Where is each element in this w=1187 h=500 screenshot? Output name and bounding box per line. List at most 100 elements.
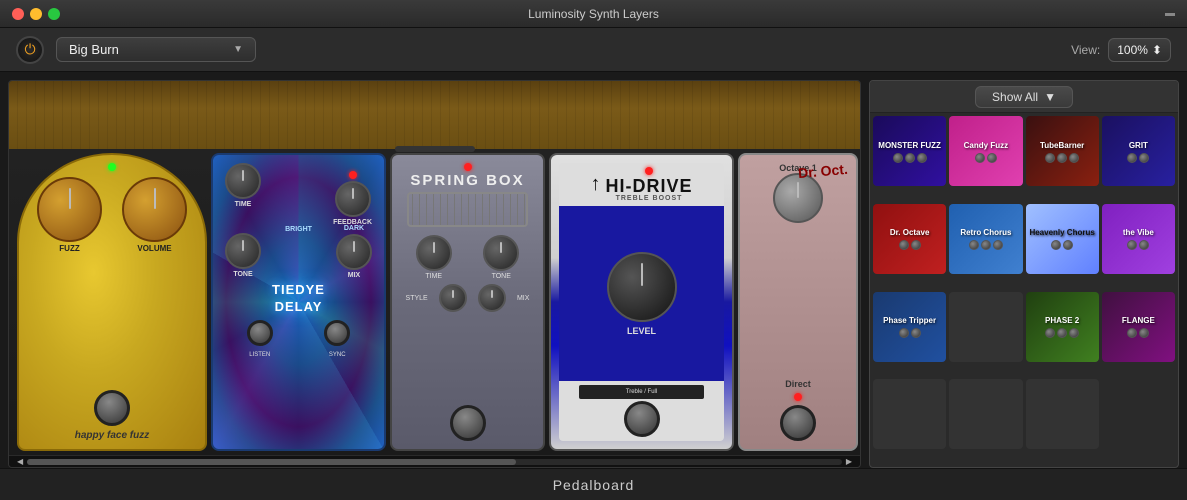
tiedye-delay-label: DELAY [272,299,325,314]
level-knob[interactable] [607,252,677,322]
thumb-knob2 [905,153,915,163]
browser-item-empty4[interactable] [949,379,1022,449]
wood-connector [395,146,475,152]
fuzz-knob[interactable] [37,177,102,242]
browser-item-empty5[interactable] [1026,379,1099,449]
flange-knobs [1127,328,1149,338]
time-knob[interactable] [225,163,261,199]
droct-stomp[interactable] [780,405,816,441]
volume-knob[interactable] [122,177,187,242]
springbox-stomp[interactable] [450,405,486,441]
scrollbar-track[interactable] [27,459,842,465]
browser-item-phase-trip[interactable]: Phase Tripper [873,292,946,362]
fuzz-pedal[interactable]: FUZZ VOLUME happy face fuzz [17,153,207,451]
maximize-button[interactable] [48,8,60,20]
mix-label-sb: MIX [517,295,529,302]
browser-item-grit[interactable]: GRIT [1102,116,1175,186]
tone-knob[interactable] [225,233,261,269]
browser-item-monster[interactable]: MONSTER FUZZ [873,116,946,186]
browser-item-heavenly[interactable]: Heavenly Chorus [1026,204,1099,274]
monster-knobs [893,153,927,163]
thumb-knob23 [1057,328,1067,338]
tone-label-sb: TONE [492,273,511,280]
monster-label: MONSTER FUZZ [877,140,942,151]
springbox-pedal[interactable]: SPRING BOX TIME TONE STYLE M [390,153,545,451]
minimize-button[interactable] [30,8,42,20]
grit-knobs [1127,153,1149,163]
thumb-knob26 [1139,328,1149,338]
thumb-knob21 [911,328,921,338]
fuzz-stomp[interactable] [94,390,130,426]
listen-label: LISTEN [249,352,270,358]
scroll-right-icon[interactable]: ▶ [842,457,856,466]
scrollbar-thumb[interactable] [27,459,516,465]
hidrive-sub: TREBLE BOOST [616,195,683,202]
window-title: Luminosity Synth Layers [528,7,659,21]
thumb-knob10 [1139,153,1149,163]
heavenly-label: Heavenly Chorus [1028,227,1095,238]
preset-dropdown[interactable]: Big Burn ▼ [56,37,256,62]
mix-knob-td[interactable] [336,234,372,270]
thumb-knob7 [1057,153,1067,163]
bottom-bar: Pedalboard [0,468,1187,500]
vibe-label: the Vibe [1122,227,1155,238]
feedback-knob[interactable] [335,181,371,217]
thumb-knob8 [1069,153,1079,163]
fuzz-label: FUZZ [59,244,79,253]
mix-label-td: MIX [348,272,360,279]
sync-label: SYNC [329,352,346,358]
thumb-knob5 [987,153,997,163]
browser-item-empty2[interactable] [949,292,1022,362]
tube-knobs [1045,153,1079,163]
browser-item-flange[interactable]: FLANGE [1102,292,1175,362]
browser-item-phase2[interactable]: PHASE 2 [1026,292,1099,362]
browser-item-retro[interactable]: Retro Chorus [949,204,1022,274]
volume-label: VOLUME [137,244,171,253]
fuzz-name: happy face fuzz [75,430,149,441]
close-button[interactable] [12,8,24,20]
view-value: 100% [1117,43,1148,57]
treble-full-label: Treble / Full [626,389,657,395]
browser-item-candy[interactable]: Candy Fuzz [949,116,1022,186]
show-all-arrow-icon: ▼ [1044,90,1056,104]
view-dropdown[interactable]: 100% ⬍ [1108,38,1171,62]
main-content: FUZZ VOLUME happy face fuzz T [0,72,1187,468]
time-knob-sb[interactable] [416,235,452,271]
pedals-container: FUZZ VOLUME happy face fuzz T [9,149,860,455]
thumb-knob20 [899,328,909,338]
tiedye-pedal[interactable]: TIME FEEDBACK BRIGHT TONE DARK [211,153,386,451]
droct-browser-label: Dr. Octave [889,227,931,238]
droct-pedal[interactable]: Octave 1 Direct Dr. Oct. [738,153,858,451]
scroll-left-icon[interactable]: ◀ [13,457,27,466]
fuzz-led [108,163,116,171]
tone-label: TONE [233,271,252,278]
view-label: View: [1071,43,1100,57]
thumb-knob24 [1069,328,1079,338]
droct-knobs [899,240,921,250]
show-all-button[interactable]: Show All ▼ [975,86,1073,108]
power-button[interactable]: ⏻ [16,36,44,64]
browser-item-vibe[interactable]: the Vibe [1102,204,1175,274]
bottom-label: Pedalboard [553,477,635,493]
droct-led [794,393,802,401]
thumb-knob22 [1045,328,1055,338]
hidrive-stomp[interactable] [624,401,660,437]
style-knob-sb[interactable] [439,284,467,312]
tiedye-name: TIEDYE [272,282,325,297]
sync-stomp[interactable] [324,320,350,346]
thumb-knob6 [1045,153,1055,163]
right-panel: Show All ▼ MONSTER FUZZ Candy Fuzz [869,80,1179,468]
browser-item-droct[interactable]: Dr. Octave [873,204,946,274]
listen-stomp[interactable] [247,320,273,346]
mix-knob-sb[interactable] [478,284,506,312]
show-all-bar: Show All ▼ [870,81,1178,113]
browser-item-empty3[interactable] [873,379,946,449]
browser-item-tube[interactable]: TubeBarner [1026,116,1099,186]
level-label: LEVEL [627,326,656,336]
tone-knob-sb[interactable] [483,235,519,271]
thumb-knob3 [917,153,927,163]
scrollbar-container[interactable]: ◀ ▶ [9,455,860,467]
hidrive-pedal[interactable]: ↑ HI-DRIVE TREBLE BOOST LEVEL Treble / F [549,153,734,451]
retro-label: Retro Chorus [959,227,1012,238]
dark-label: DARK [344,225,364,232]
